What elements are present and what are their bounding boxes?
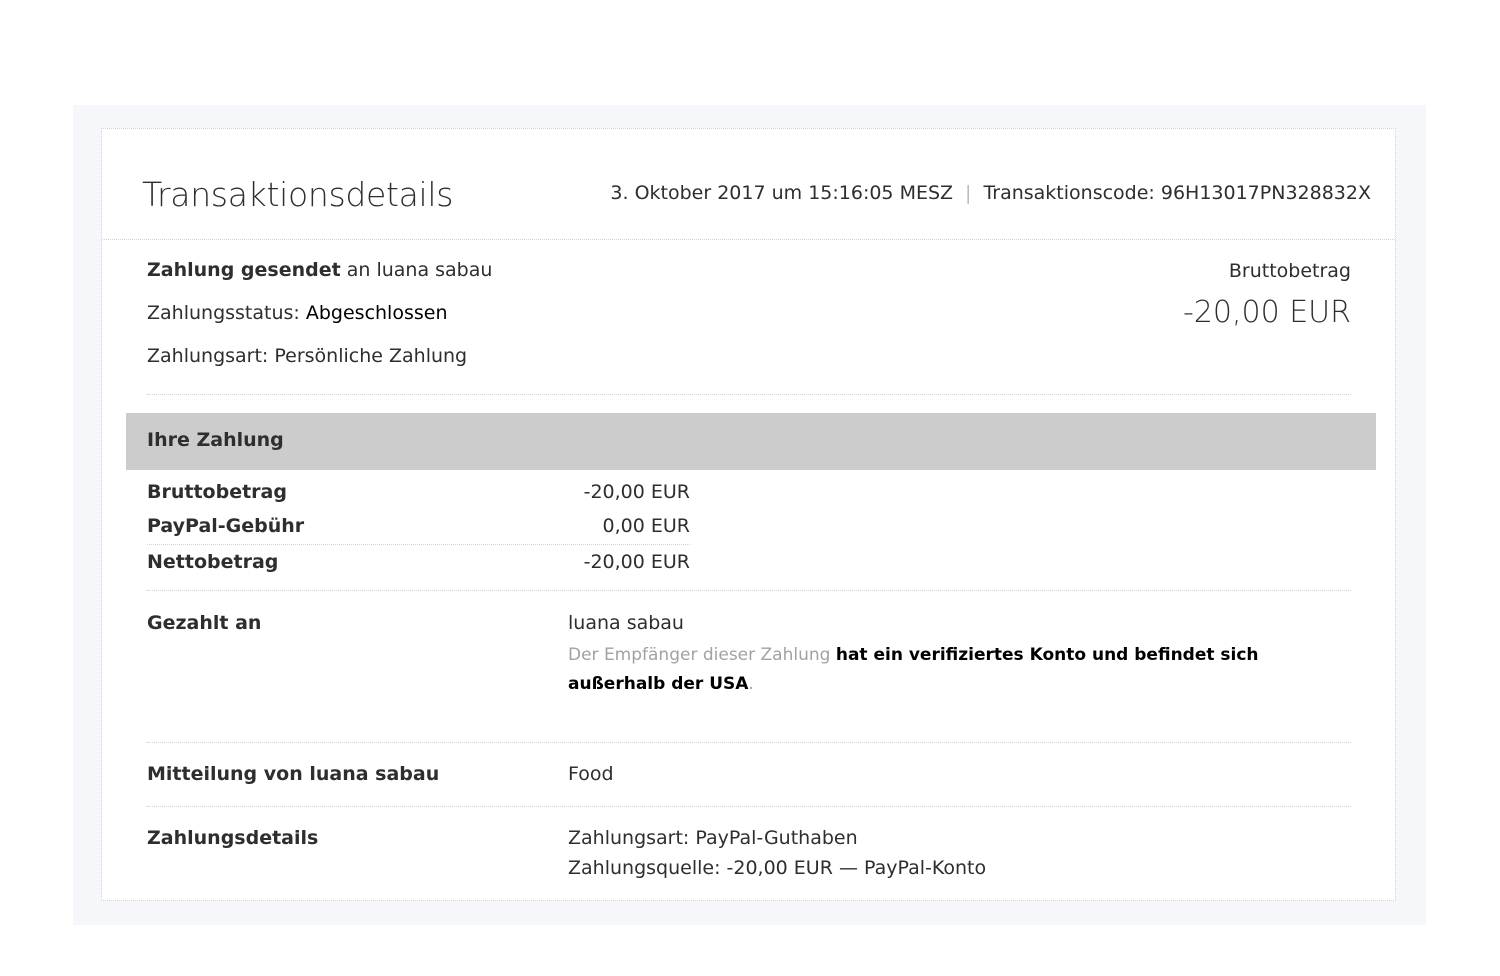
recipient-verification-note: Der Empfänger dieser Zahlung hat ein ver… — [568, 641, 1288, 699]
your-payment-header: Ihre Zahlung — [126, 413, 1376, 470]
payment-type-line: Zahlungsart: Persönliche Zahlung — [147, 345, 468, 367]
transaction-code: Transaktionscode: 96H13017PN328832X — [983, 182, 1371, 204]
payment-status-value: Abgeschlossen — [305, 302, 448, 324]
payment-sent-line: Zahlung gesendet an luana sabau — [147, 259, 492, 281]
paid-to-label: Gezahlt an — [147, 612, 262, 634]
payment-summary: Zahlung gesendet an luana sabau Zahlungs… — [147, 239, 1351, 395]
transaction-meta: 3. Oktober 2017 um 15:16:05 MESZ | Transak… — [610, 182, 1371, 204]
divider — [147, 590, 1351, 591]
note-prefix: Der Empfänger dieser Zahlung — [568, 645, 836, 665]
transaction-details-card: Transaktionsdetails 3. Oktober 2017 um 1… — [101, 128, 1396, 901]
net-divider — [147, 544, 690, 545]
gross-amount-value: -20,00 EUR — [1182, 295, 1351, 330]
note-suffix: . — [748, 674, 754, 694]
payment-method: Zahlungsart: PayPal-Guthaben — [568, 827, 858, 849]
divider — [147, 806, 1351, 807]
meta-separator: | — [965, 182, 972, 204]
fee-row-amount: 0,00 EUR — [602, 515, 690, 537]
net-row-amount: -20,00 EUR — [583, 551, 690, 573]
payment-status-line: Zahlungsstatus: Abgeschlossen — [147, 302, 448, 324]
gross-row-amount: -20,00 EUR — [583, 481, 690, 503]
gross-amount-label: Bruttobetrag — [1228, 260, 1351, 282]
message-value: Food — [568, 763, 614, 785]
payment-details-label: Zahlungsdetails — [147, 827, 319, 849]
message-label: Mitteilung von luana sabau — [147, 763, 440, 785]
payment-recipient: an luana sabau — [340, 259, 493, 281]
payment-status-label: Zahlungsstatus: — [147, 302, 306, 324]
transaction-date: 3. Oktober 2017 um 15:16:05 MESZ — [610, 182, 954, 204]
divider — [147, 742, 1351, 743]
payment-source: Zahlungsquelle: -20,00 EUR — PayPal-Kont… — [568, 857, 987, 879]
page-title: Transaktionsdetails — [142, 175, 454, 214]
payment-sent-label: Zahlung gesendet — [147, 259, 341, 281]
your-payment-title: Ihre Zahlung — [147, 429, 284, 451]
fee-row-label: PayPal-Gebühr — [147, 515, 305, 537]
card-header: Transaktionsdetails 3. Oktober 2017 um 1… — [102, 129, 1395, 240]
gross-row-label: Bruttobetrag — [147, 481, 287, 503]
net-row-label: Nettobetrag — [147, 551, 279, 573]
page-background: Transaktionsdetails 3. Oktober 2017 um 1… — [73, 105, 1426, 925]
paid-to-name: luana sabau — [568, 612, 684, 634]
